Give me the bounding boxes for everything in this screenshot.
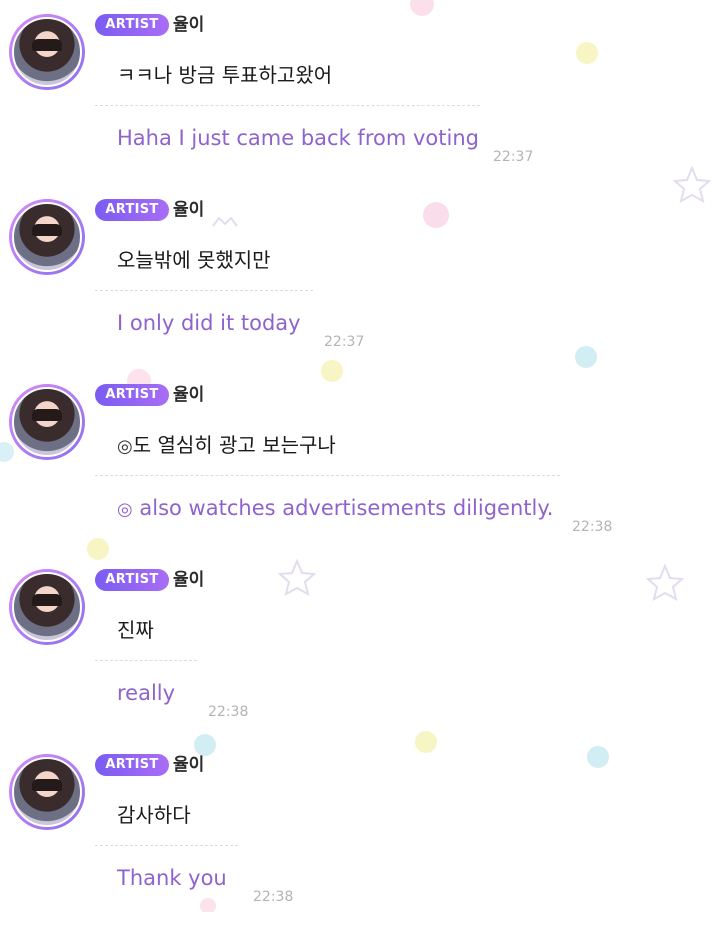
swirl-emoji-icon: ◎ — [117, 499, 133, 520]
avatar-photo — [12, 572, 82, 642]
chat-message: ARTIST 율이 진짜 really 22:38 — [0, 555, 712, 740]
sender-name: 율이 — [173, 385, 205, 405]
artist-badge: ARTIST — [95, 199, 169, 221]
translated-message-text: I only did it today — [117, 311, 301, 335]
chat-message: ARTIST 율이 오늘밖에 못했지만 I only did it today … — [0, 185, 712, 370]
artist-badge: ARTIST — [95, 754, 169, 776]
avatar[interactable] — [9, 199, 85, 275]
message-timestamp: 22:38 — [208, 704, 249, 720]
translated-message-text: really — [117, 681, 176, 705]
original-message-text: 오늘밖에 못했지만 — [117, 248, 271, 272]
translation-divider — [95, 475, 560, 476]
translation-divider — [95, 290, 313, 291]
translation-divider — [95, 845, 238, 846]
translation-divider — [95, 660, 197, 661]
original-message-text: 진짜 — [117, 618, 154, 642]
translated-message-text: Haha I just came back from voting — [117, 126, 479, 150]
avatar-photo — [12, 202, 82, 272]
avatar-photo — [12, 757, 82, 827]
original-message-text: ㅋㅋ나 방금 투표하고왔어 — [117, 63, 333, 87]
avatar-photo — [12, 17, 82, 87]
original-message-text: ◎도 열심히 광고 보는구나 — [117, 431, 336, 461]
sender-name: 율이 — [173, 755, 205, 775]
swirl-emoji-icon: ◎ — [117, 436, 133, 457]
sender-name: 율이 — [173, 15, 205, 35]
avatar[interactable] — [9, 754, 85, 830]
avatar[interactable] — [9, 569, 85, 645]
original-message-body: 도 열심히 광고 보는구나 — [132, 433, 336, 457]
chat-message: ARTIST 율이 감사하다 Thank you 22:38 — [0, 740, 712, 925]
message-timestamp: 22:37 — [324, 334, 365, 350]
avatar-photo — [12, 387, 82, 457]
translated-message-text: ◎ also watches advertisements diligently… — [117, 494, 553, 524]
message-timestamp: 22:38 — [572, 519, 613, 535]
chat-message: ARTIST 율이 ◎도 열심히 광고 보는구나 ◎ also watches … — [0, 370, 712, 555]
translated-message-body: also watches advertisements diligently. — [132, 496, 554, 520]
chat-message: ARTIST 율이 ㅋㅋ나 방금 투표하고왔어 Haha I just came… — [0, 0, 712, 185]
message-timestamp: 22:38 — [253, 889, 294, 905]
translation-divider — [95, 105, 480, 106]
artist-badge: ARTIST — [95, 14, 169, 36]
artist-badge: ARTIST — [95, 569, 169, 591]
artist-badge: ARTIST — [95, 384, 169, 406]
sender-name: 율이 — [173, 570, 205, 590]
avatar[interactable] — [9, 14, 85, 90]
sender-name: 율이 — [173, 200, 205, 220]
original-message-text: 감사하다 — [117, 803, 191, 827]
message-timestamp: 22:37 — [493, 149, 534, 165]
avatar[interactable] — [9, 384, 85, 460]
translated-message-text: Thank you — [117, 866, 227, 890]
